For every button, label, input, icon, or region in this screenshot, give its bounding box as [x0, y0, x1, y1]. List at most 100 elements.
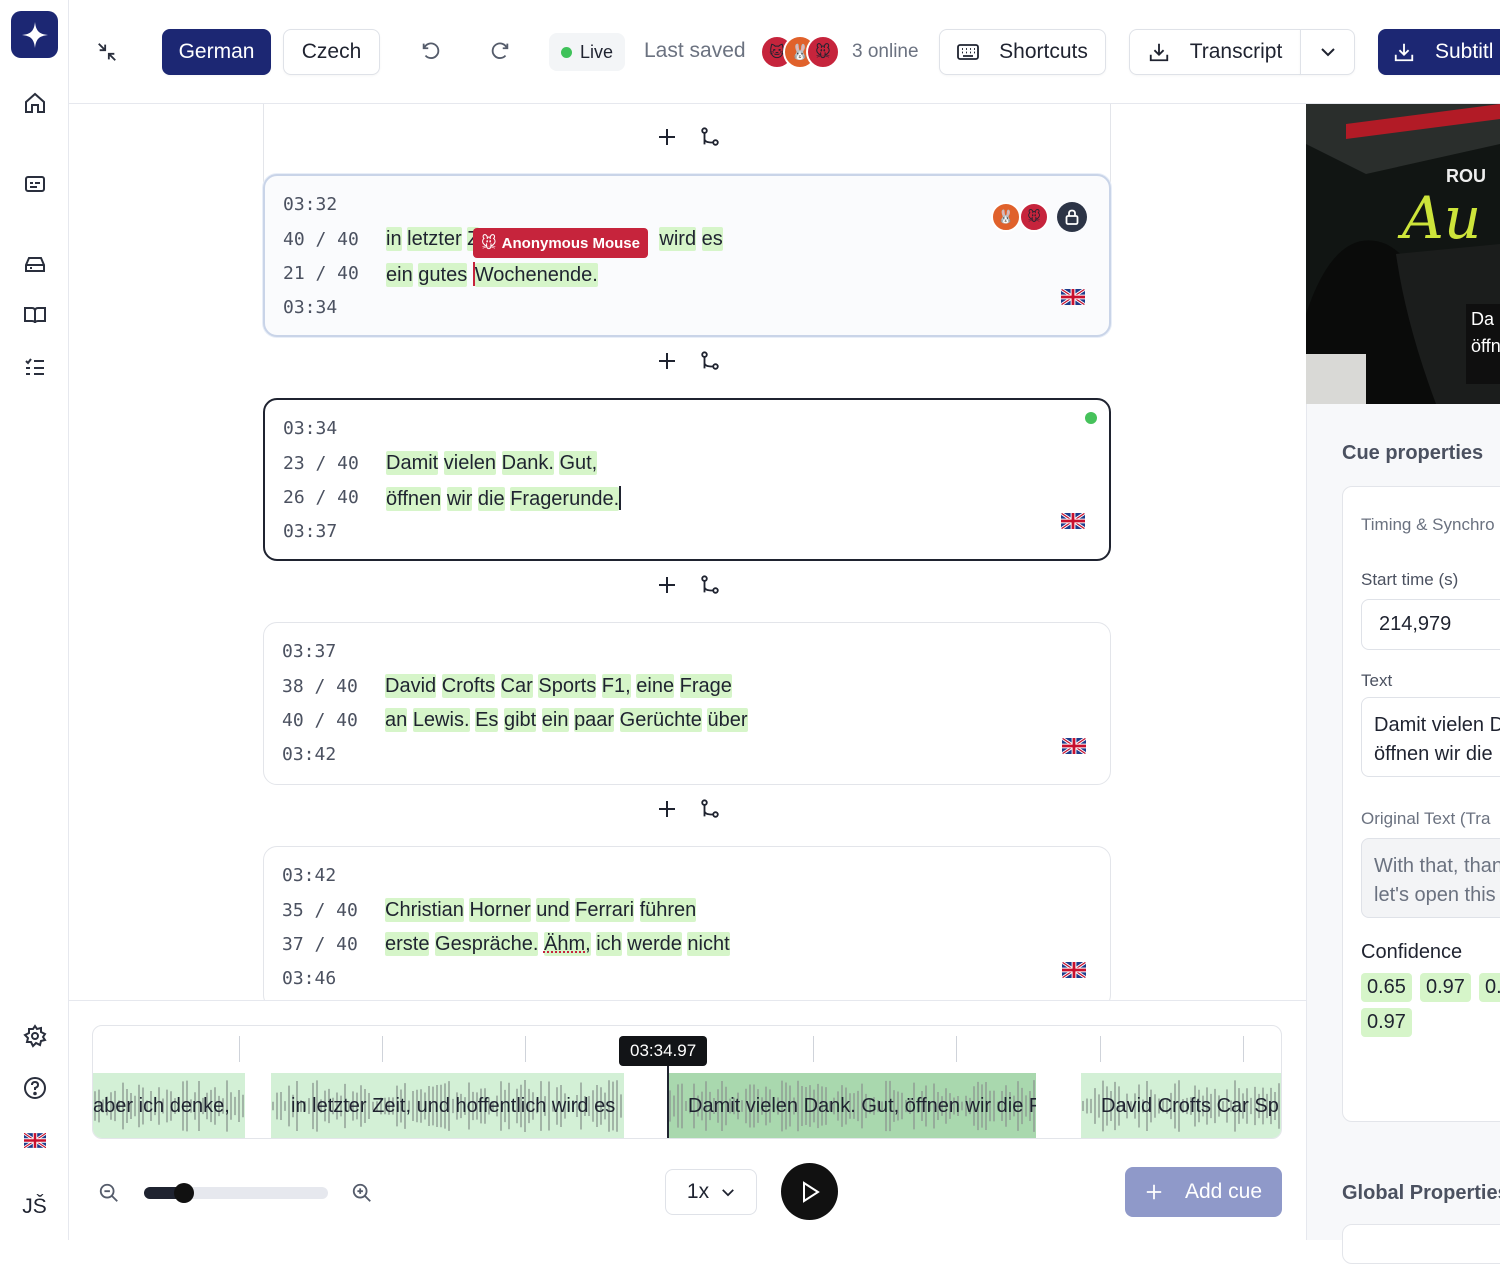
add-cue-between-icon[interactable]	[657, 351, 677, 371]
word[interactable]: Christian	[385, 898, 464, 922]
word[interactable]: gutes	[418, 263, 468, 287]
word[interactable]: Gerüchte	[619, 708, 702, 732]
word[interactable]: und	[536, 898, 570, 922]
uk-flag-icon[interactable]	[1062, 738, 1086, 754]
uk-flag-icon[interactable]	[1061, 513, 1085, 529]
word[interactable]: Horner	[469, 898, 531, 922]
cue-line[interactable]: öffnen wir die Fragerunde.	[386, 486, 622, 511]
collapse-icon[interactable]	[93, 38, 121, 66]
zoom-out-icon[interactable]	[97, 1181, 121, 1205]
language-flag-icon[interactable]	[22, 1127, 48, 1153]
book-icon[interactable]	[22, 302, 48, 328]
word[interactable]: Frage	[679, 674, 732, 698]
merge-icon[interactable]	[699, 350, 721, 372]
word[interactable]: Wochenende.	[474, 263, 598, 287]
transcript-options-dropdown[interactable]	[1300, 29, 1355, 75]
word[interactable]: ein	[386, 263, 413, 287]
timeline-segment[interactable]: in letzter Zeit, und hoffentlich wird es	[271, 1073, 624, 1138]
word[interactable]: wird	[659, 227, 697, 251]
word[interactable]: vielen	[443, 451, 497, 475]
gear-icon[interactable]	[22, 1023, 48, 1049]
word[interactable]: eine	[636, 674, 675, 698]
playback-speed-select[interactable]: 1x	[665, 1169, 757, 1215]
list-check-icon[interactable]	[22, 354, 48, 380]
word-flagged[interactable]: Ähm,	[543, 932, 591, 956]
word[interactable]: erste	[385, 932, 430, 956]
merge-icon[interactable]	[699, 126, 721, 148]
timeline-segment[interactable]: David Crofts Car Sp	[1081, 1073, 1281, 1138]
word[interactable]: Crofts	[441, 674, 496, 698]
add-cue-between-icon[interactable]	[657, 799, 677, 819]
cue-start-time[interactable]: 03:42	[282, 865, 336, 886]
word[interactable]: die	[477, 487, 505, 511]
start-time-input[interactable]: 214,979	[1361, 599, 1500, 650]
word[interactable]: Fragerunde.	[510, 487, 620, 511]
word[interactable]: in	[386, 227, 402, 251]
undo-icon[interactable]	[418, 38, 444, 64]
cue-line[interactable]: Christian Horner und Ferrari führen	[385, 898, 697, 922]
cue-line[interactable]: erste Gespräche. Ähm, ich werde nicht	[385, 932, 730, 956]
add-cue-button[interactable]: Add cue	[1125, 1167, 1282, 1217]
subtitles-download-button[interactable]: Subtitl	[1378, 29, 1500, 75]
shortcuts-button[interactable]: Shortcuts	[939, 29, 1106, 75]
playhead[interactable]	[667, 1056, 669, 1138]
waveform-track[interactable]: aber ich denke, in letzter Zeit, und hof…	[92, 1025, 1282, 1139]
uk-flag-icon[interactable]	[1061, 289, 1085, 305]
cue-end-time[interactable]: 03:42	[282, 744, 336, 765]
redo-icon[interactable]	[487, 38, 513, 64]
user-avatar[interactable]: JŠ	[12, 1188, 57, 1226]
word[interactable]: ich	[596, 932, 622, 956]
transcript-download-button[interactable]: Transcript	[1129, 29, 1301, 75]
word[interactable]: an	[385, 708, 408, 732]
merge-icon[interactable]	[699, 798, 721, 820]
merge-icon[interactable]	[699, 574, 721, 596]
uk-flag-icon[interactable]	[1062, 962, 1086, 978]
timing-section-label[interactable]: Timing & Synchro	[1361, 515, 1495, 535]
video-preview[interactable]: ROU Au Da öffn	[1306, 104, 1500, 404]
timeline-segment-active[interactable]: Damit vielen Dank. Gut, öffnen wir die F	[668, 1073, 1036, 1138]
word[interactable]: wir	[446, 487, 473, 511]
word[interactable]: ein	[541, 708, 569, 732]
word[interactable]: Es	[475, 708, 499, 732]
cue-start-time[interactable]: 03:32	[283, 194, 337, 215]
word[interactable]: Sports	[538, 674, 597, 698]
word[interactable]: paar	[574, 708, 615, 732]
word[interactable]: nicht	[687, 932, 730, 956]
language-tab-czech[interactable]: Czech	[283, 29, 380, 75]
cue-line[interactable]: an Lewis. Es gibt ein paar Gerüchte über	[385, 708, 748, 732]
word[interactable]: Lewis.	[412, 708, 470, 732]
language-tab-german[interactable]: German	[162, 29, 271, 75]
word[interactable]: es	[701, 227, 723, 251]
subtitles-icon[interactable]	[22, 171, 48, 197]
word[interactable]: öffnen	[386, 487, 442, 511]
word[interactable]: F1,	[601, 674, 631, 698]
word[interactable]: über	[707, 708, 748, 732]
word[interactable]: David	[385, 674, 437, 698]
word[interactable]: werde	[627, 932, 682, 956]
word[interactable]: führen	[639, 898, 697, 922]
add-cue-between-icon[interactable]	[657, 575, 677, 595]
word[interactable]: Damit	[386, 451, 439, 475]
cue-card[interactable]: 03:37 38 / 40 40 / 40 David Crofts Car S…	[263, 622, 1111, 785]
cue-line[interactable]: Damit vielen Dank. Gut,	[386, 451, 598, 475]
add-cue-between-icon[interactable]	[657, 127, 677, 147]
word[interactable]: Gut,	[559, 451, 598, 475]
word[interactable]: Dank.	[501, 451, 554, 475]
zoom-slider-handle[interactable]	[174, 1183, 195, 1203]
word[interactable]: gibt	[503, 708, 537, 732]
word[interactable]: Gespräche.	[435, 932, 539, 956]
home-icon[interactable]	[22, 90, 48, 116]
presence-avatar-mouse[interactable]: 🐭	[806, 35, 840, 69]
help-icon[interactable]	[22, 1075, 48, 1101]
word[interactable]: letzter	[407, 227, 462, 251]
cue-card[interactable]: 03:32 40 / 40 21 / 40 in letzter Zwird e…	[263, 174, 1111, 337]
cue-start-time[interactable]: 03:37	[282, 641, 336, 662]
cue-start-time[interactable]: 03:34	[283, 418, 337, 439]
cue-end-time[interactable]: 03:46	[282, 968, 336, 989]
play-button[interactable]	[781, 1163, 838, 1220]
timeline-segment[interactable]: aber ich denke,	[93, 1073, 245, 1138]
zoom-in-icon[interactable]	[350, 1181, 374, 1205]
lock-icon[interactable]	[1057, 202, 1087, 232]
cue-end-time[interactable]: 03:37	[283, 521, 337, 542]
word[interactable]: Ferrari	[575, 898, 635, 922]
